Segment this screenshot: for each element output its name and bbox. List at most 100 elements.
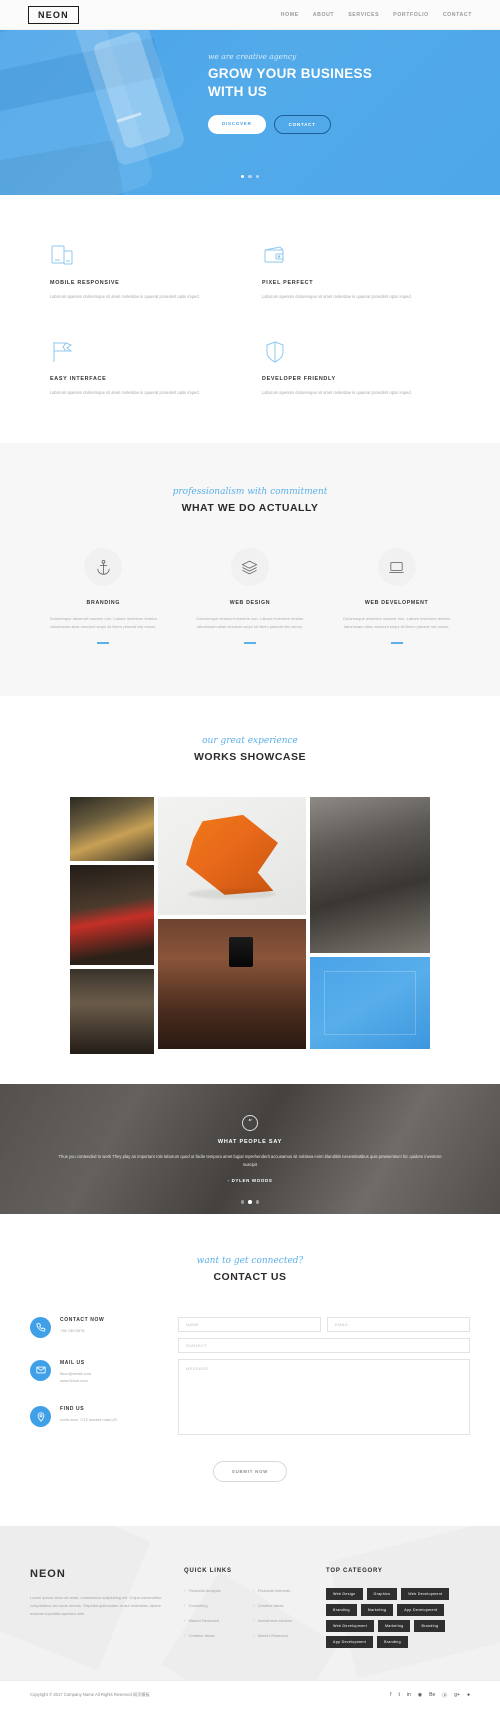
category-tag[interactable]: Marketing xyxy=(360,1603,394,1616)
hero-title: GROW YOUR BUSINESS WITH US xyxy=(208,65,500,101)
works-section: our great experience WORKS SHOWCASE xyxy=(0,695,500,1084)
contact-info-title: CONTACT NOW xyxy=(60,1316,105,1323)
contact-info-line: www.Neon.com xyxy=(60,1377,88,1383)
category-tag[interactable]: Branding xyxy=(414,1619,446,1632)
quick-link-item[interactable]: Creative Ideas xyxy=(253,1603,312,1609)
feature-card-developer-friendly: DEVELOPER FRIENDLY Laborum aperiam dolor… xyxy=(262,339,450,397)
hero-subtitle: we are creative agency xyxy=(208,52,297,61)
dribbble-icon[interactable]: ● xyxy=(467,1692,470,1698)
testimonial-dot-3[interactable] xyxy=(255,1200,260,1204)
category-tag[interactable]: Web Design xyxy=(326,1587,363,1600)
services-section: professionalism with commitment WHAT WE … xyxy=(0,443,500,696)
rss-icon[interactable]: ◉ xyxy=(418,1692,422,1698)
testimonial-dot-1[interactable] xyxy=(240,1200,245,1204)
work-item-blue-abstract[interactable] xyxy=(310,956,430,1049)
service-divider xyxy=(97,642,110,644)
contact-heading: want to get connected? CONTACT US xyxy=(0,1256,500,1283)
service-card-web-development[interactable]: WEB DEVELOPMENT Doloremque deserunt maxi… xyxy=(323,548,470,644)
service-name: BRANDING xyxy=(86,600,121,607)
discover-button[interactable]: DISCOVER xyxy=(208,115,266,135)
feature-title: EASY INTERFACE xyxy=(50,376,107,383)
nav-item-portfolio[interactable]: PORTFOLIO xyxy=(393,12,429,18)
contact-info-line: fleon@email.com xyxy=(60,1370,91,1376)
anchor-icon xyxy=(84,548,123,587)
quick-link-item[interactable]: Financial Analysis xyxy=(184,1588,243,1594)
services-title: WHAT WE DO ACTUALLY xyxy=(181,502,319,515)
contact-info-phone: CONTACT NOW +56 789 5678 xyxy=(30,1316,160,1338)
category-tag[interactable]: App Development xyxy=(326,1635,374,1648)
hero-dot-3[interactable] xyxy=(255,174,260,178)
twitter-icon[interactable]: t xyxy=(398,1692,399,1698)
quick-link-item[interactable]: Market Research xyxy=(184,1618,243,1624)
quick-link-item[interactable]: Consulting xyxy=(184,1603,243,1609)
feature-title: MOBILE RESPONSIVE xyxy=(50,280,120,286)
work-item-red-lamp[interactable] xyxy=(70,864,154,965)
message-textarea[interactable]: MESSAGE xyxy=(178,1358,470,1435)
category-tag[interactable]: Branding xyxy=(326,1603,357,1616)
quick-link-item[interactable]: Market Research xyxy=(253,1633,312,1639)
contact-info-text: MAIL US fleon@email.com www.Neon.com xyxy=(60,1360,91,1385)
testimonial-dot-2[interactable] xyxy=(248,1200,252,1204)
works-column-3 xyxy=(310,796,430,1054)
work-item-brick-lamp[interactable] xyxy=(158,918,306,1049)
subject-input[interactable]: SUBJECT xyxy=(178,1337,470,1353)
service-name: WEB DESIGN xyxy=(229,600,271,607)
category-tag[interactable]: Web Development xyxy=(326,1619,374,1632)
submit-button[interactable]: SUBMIT NOW xyxy=(212,1460,288,1482)
laptop-icon xyxy=(377,548,416,587)
logo[interactable]: NEON xyxy=(28,5,79,24)
work-item-origami-fox[interactable] xyxy=(158,796,306,915)
feature-card-easy-interface: EASY INTERFACE Laborum aperiam doloremqu… xyxy=(50,339,238,397)
footer-quick-links-heading: QUICK LINKS xyxy=(184,1567,232,1574)
category-tag[interactable]: App Development xyxy=(397,1603,445,1616)
nav-item-about[interactable]: ABOUT xyxy=(313,12,334,18)
feature-text: Laborum aperiam doloremque sit amet mole… xyxy=(262,390,412,396)
social-links: f t in ◉ Be ⓟ g+ ● xyxy=(390,1692,470,1699)
facebook-icon[interactable]: f xyxy=(390,1692,391,1698)
mail-icon xyxy=(30,1359,51,1381)
email-input[interactable]: EMAIL xyxy=(327,1316,470,1332)
work-item-food[interactable] xyxy=(70,796,154,861)
category-tag[interactable]: Web Development xyxy=(401,1587,450,1600)
quick-link-item[interactable]: Investment advices xyxy=(253,1618,312,1624)
category-tag[interactable]: Marketing xyxy=(378,1619,411,1632)
works-gallery xyxy=(0,796,500,1054)
service-card-web-design[interactable]: WEB DESIGN Doloremque deserunt maxime no… xyxy=(177,548,324,644)
hero-dot-2[interactable] xyxy=(248,174,252,178)
quick-link-item[interactable]: Creative Ideas xyxy=(184,1633,243,1639)
contact-body: CONTACT NOW +56 789 5678 MAIL US fleon@e… xyxy=(0,1316,500,1435)
works-title: WORKS SHOWCASE xyxy=(194,750,306,763)
quick-link-item[interactable]: Financial Interests xyxy=(253,1588,312,1594)
work-item-street-man[interactable] xyxy=(310,796,430,953)
testimonial-section: ” WHAT PEOPLE SAY Thus you contended to … xyxy=(0,1083,500,1214)
footer-tag-list: Web Design Graphics Web Development Bran… xyxy=(326,1587,470,1648)
feature-text: Laborum aperiam doloremque sit amet mole… xyxy=(262,294,412,299)
site-footer: NEON Lorem ipsum dolor sit amet, consect… xyxy=(0,1525,500,1680)
nav-item-contact[interactable]: CONTACT xyxy=(443,12,472,18)
google-plus-icon[interactable]: g+ xyxy=(454,1692,460,1698)
footer-about-column: NEON Lorem ipsum dolor sit amet, consect… xyxy=(30,1568,170,1648)
hero-content: we are creative agency GROW YOUR BUSINES… xyxy=(0,30,500,135)
hero-pagination xyxy=(0,174,500,178)
work-item-bar-interior[interactable] xyxy=(70,968,154,1054)
category-tag[interactable]: Branding xyxy=(377,1635,408,1648)
linkedin-icon[interactable]: in xyxy=(407,1692,411,1698)
nav-item-home[interactable]: HOME xyxy=(281,12,299,18)
hero-dot-1[interactable] xyxy=(240,174,245,178)
contact-info-list: CONTACT NOW +56 789 5678 MAIL US fleon@e… xyxy=(30,1316,160,1435)
category-tag[interactable]: Graphics xyxy=(366,1587,398,1600)
shield-icon xyxy=(262,339,450,365)
fox-shape xyxy=(186,814,278,895)
behance-icon[interactable]: Be xyxy=(429,1692,435,1698)
contact-button[interactable]: CONTACT xyxy=(273,115,331,135)
contact-form-row: NAME EMAIL xyxy=(178,1316,470,1332)
service-card-branding[interactable]: BRANDING Doloremque deserunt maxime non.… xyxy=(30,548,177,644)
service-divider xyxy=(243,642,256,644)
wallet-icon xyxy=(262,243,450,269)
service-text: Doloremque deserunt maxime non. Labore i… xyxy=(49,616,157,630)
name-input[interactable]: NAME xyxy=(178,1316,321,1332)
feature-text: Laborum aperiam doloremque sit amet mole… xyxy=(50,294,200,299)
nav-item-services[interactable]: SERVICES xyxy=(348,12,379,18)
submit-row: SUBMIT NOW xyxy=(0,1460,500,1482)
pinterest-icon[interactable]: ⓟ xyxy=(442,1692,447,1699)
